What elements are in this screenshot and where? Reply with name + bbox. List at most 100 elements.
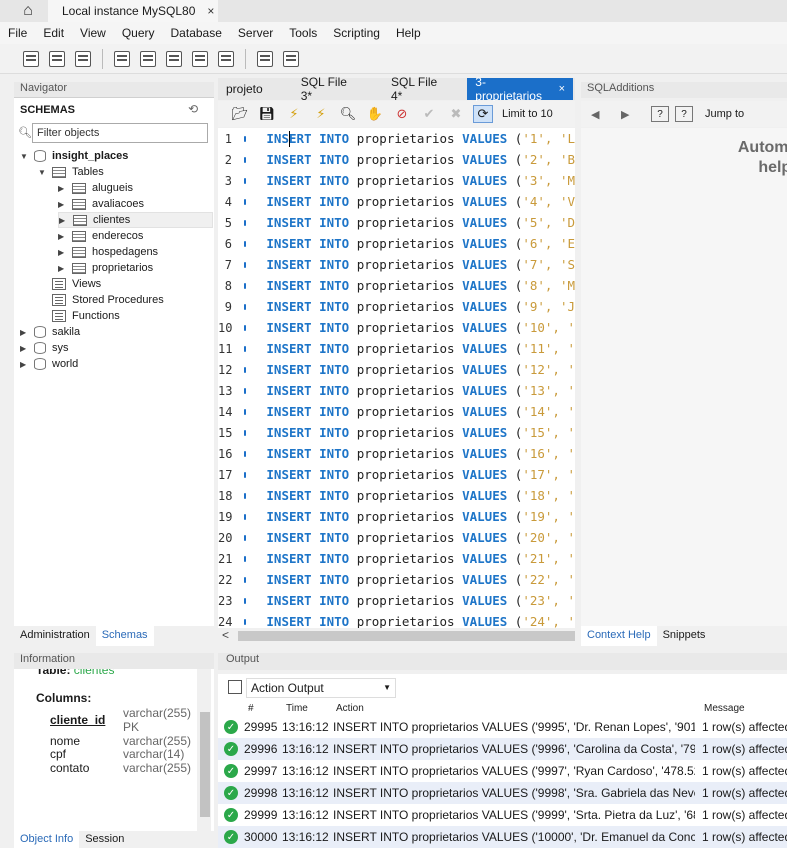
code-line[interactable]: 9 INSERT INTO proprietarios VALUES ('9', …	[218, 296, 575, 317]
code-line[interactable]: 2 INSERT INTO proprietarios VALUES ('2', …	[218, 149, 575, 170]
tab-object-info[interactable]: Object Info	[14, 831, 80, 848]
output-row[interactable]: ✓ 29997 13:16:12 INSERT INTO proprietarios …	[218, 760, 787, 782]
menu-server[interactable]: Server	[238, 26, 273, 40]
stored-procedures-node[interactable]: Stored Procedures	[52, 292, 164, 308]
open-file-icon[interactable]: 📂︎	[230, 105, 250, 123]
menu-view[interactable]: View	[80, 26, 106, 40]
autocommit-icon[interactable]: ⟳	[473, 105, 493, 123]
code-line[interactable]: 8 INSERT INTO proprietarios VALUES ('8', …	[218, 275, 575, 296]
code-line[interactable]: 13 INSERT INTO proprietarios VALUES ('13'…	[218, 380, 575, 401]
reconnect-icon[interactable]	[280, 49, 302, 69]
schema-world[interactable]: ▶ world	[20, 356, 78, 372]
collapsed-icon[interactable]: ▶	[58, 264, 68, 273]
column-header-action[interactable]: Action	[336, 700, 364, 716]
tab-schemas[interactable]: Schemas	[95, 626, 154, 646]
filter-objects-input[interactable]: Filter objects	[32, 123, 208, 143]
jump-to-select[interactable]: Jump to	[705, 108, 744, 120]
menu-database[interactable]: Database	[171, 26, 222, 40]
tab-sql-file-3[interactable]: SQL File 3*	[293, 75, 367, 103]
close-icon[interactable]: ×	[207, 4, 214, 18]
tab-context-help[interactable]: Context Help	[581, 626, 657, 646]
table-hospedagens[interactable]: ▶ hospedagens	[58, 244, 158, 260]
code-line[interactable]: 17 INSERT INTO proprietarios VALUES ('17'…	[218, 464, 575, 485]
output-row[interactable]: ✓ 30000 13:16:12 INSERT INTO proprietarios …	[218, 826, 787, 848]
tab-sql-file-4[interactable]: SQL File 4*	[383, 75, 457, 103]
collapsed-icon[interactable]: ▶	[20, 344, 30, 353]
menu-edit[interactable]: Edit	[43, 26, 64, 40]
execute-current-icon[interactable]: ⚡	[311, 105, 331, 123]
column-header-number[interactable]: #	[248, 700, 254, 716]
column-header-message[interactable]: Message	[704, 700, 745, 716]
code-line[interactable]: 14 INSERT INTO proprietarios VALUES ('14'…	[218, 401, 575, 422]
tab-session[interactable]: Session	[79, 831, 130, 848]
code-line[interactable]: 18 INSERT INTO proprietarios VALUES ('18'…	[218, 485, 575, 506]
create-view-icon[interactable]	[163, 49, 185, 69]
menu-help[interactable]: Help	[396, 26, 421, 40]
stop-icon[interactable]: ✋	[365, 105, 385, 123]
output-row[interactable]: ✓ 29995 13:16:12 INSERT INTO proprietarios …	[218, 716, 787, 738]
table-proprietarios[interactable]: ▶ proprietarios	[58, 260, 153, 276]
output-type-select[interactable]: Action Output ▼	[246, 678, 396, 698]
output-row[interactable]: ✓ 29999 13:16:12 INSERT INTO proprietarios …	[218, 804, 787, 826]
explain-icon[interactable]: 🔍︎	[338, 105, 358, 123]
create-function-icon[interactable]	[215, 49, 237, 69]
table-clientes[interactable]: ▶ clientes	[58, 212, 213, 228]
tab-projeto[interactable]: projeto	[218, 78, 271, 100]
save-icon[interactable]: 💾︎	[257, 105, 277, 123]
sql-editor[interactable]: 1 INSERT INTO proprietarios VALUES ('1', …	[218, 128, 575, 628]
code-line[interactable]: 7 INSERT INTO proprietarios VALUES ('7', …	[218, 254, 575, 275]
refresh-icon[interactable]: ⟲	[188, 102, 198, 116]
code-line[interactable]: 23 INSERT INTO proprietarios VALUES ('23'…	[218, 590, 575, 611]
new-sql-tab-icon[interactable]	[20, 49, 42, 69]
rollback-icon[interactable]: ✖	[446, 105, 466, 123]
editor-scroll-thumb[interactable]	[238, 631, 575, 641]
schema-sys[interactable]: ▶ sys	[20, 340, 69, 356]
collapsed-icon[interactable]: ▶	[58, 200, 68, 209]
code-line[interactable]: 24 INSERT INTO proprietarios VALUES ('24'…	[218, 611, 575, 628]
menu-tools[interactable]: Tools	[289, 26, 317, 40]
home-icon[interactable]: ⌂	[18, 2, 38, 20]
expanded-icon[interactable]: ▼	[20, 152, 30, 161]
info-scroll-thumb[interactable]	[200, 712, 210, 817]
create-table-icon[interactable]	[137, 49, 159, 69]
schema-sakila[interactable]: ▶ sakila	[20, 324, 80, 340]
functions-node[interactable]: Functions	[52, 308, 120, 324]
output-row[interactable]: ✓ 29996 13:16:12 INSERT INTO proprietarios …	[218, 738, 787, 760]
execute-icon[interactable]: ⚡	[284, 105, 304, 123]
schema-insight-places[interactable]: ▼ insight_places	[20, 148, 128, 164]
collapsed-icon[interactable]: ▶	[20, 328, 30, 337]
limit-rows-select[interactable]: Limit to 10	[502, 108, 553, 120]
code-line[interactable]: 21 INSERT INTO proprietarios VALUES ('21'…	[218, 548, 575, 569]
tab-snippets[interactable]: Snippets	[657, 626, 712, 646]
table-avaliacoes[interactable]: ▶ avaliacoes	[58, 196, 144, 212]
code-line[interactable]: 5 INSERT INTO proprietarios VALUES ('5', …	[218, 212, 575, 233]
code-line[interactable]: 10 INSERT INTO proprietarios VALUES ('10'…	[218, 317, 575, 338]
views-node[interactable]: Views	[52, 276, 101, 292]
forward-icon[interactable]: ▶	[621, 108, 637, 121]
open-sql-script-icon[interactable]	[46, 49, 68, 69]
code-line[interactable]: 16 INSERT INTO proprietarios VALUES ('16'…	[218, 443, 575, 464]
code-line[interactable]: 19 INSERT INTO proprietarios VALUES ('19'…	[218, 506, 575, 527]
close-icon[interactable]: ×	[559, 83, 565, 95]
commit-icon[interactable]: ✔	[419, 105, 439, 123]
collapsed-icon[interactable]: ▶	[58, 184, 68, 193]
search-table-data-icon[interactable]	[254, 49, 276, 69]
scroll-left-icon[interactable]: <	[222, 628, 229, 642]
expanded-icon[interactable]: ▼	[38, 168, 48, 177]
create-procedure-icon[interactable]	[189, 49, 211, 69]
code-line[interactable]: 15 INSERT INTO proprietarios VALUES ('15'…	[218, 422, 575, 443]
table-alugueis[interactable]: ▶ alugueis	[58, 180, 133, 196]
collapsed-icon[interactable]: ▶	[58, 232, 68, 241]
auto-help-icon[interactable]: ?	[675, 106, 693, 122]
tab-3-proprietarios[interactable]: 3-proprietarios ×	[467, 75, 573, 103]
collapsed-icon[interactable]: ▶	[20, 360, 30, 369]
code-line[interactable]: 1INSERT INTO proprietarios VALUES ('1', …	[218, 128, 575, 149]
copy-icon[interactable]	[228, 680, 242, 694]
output-row[interactable]: ✓ 29998 13:16:12 INSERT INTO proprietarios …	[218, 782, 787, 804]
inspector-icon[interactable]	[72, 49, 94, 69]
code-line[interactable]: 3 INSERT INTO proprietarios VALUES ('3', …	[218, 170, 575, 191]
collapsed-icon[interactable]: ▶	[58, 248, 68, 257]
back-icon[interactable]: ◀	[591, 108, 607, 121]
menu-query[interactable]: Query	[122, 26, 155, 40]
collapsed-icon[interactable]: ▶	[59, 216, 69, 225]
